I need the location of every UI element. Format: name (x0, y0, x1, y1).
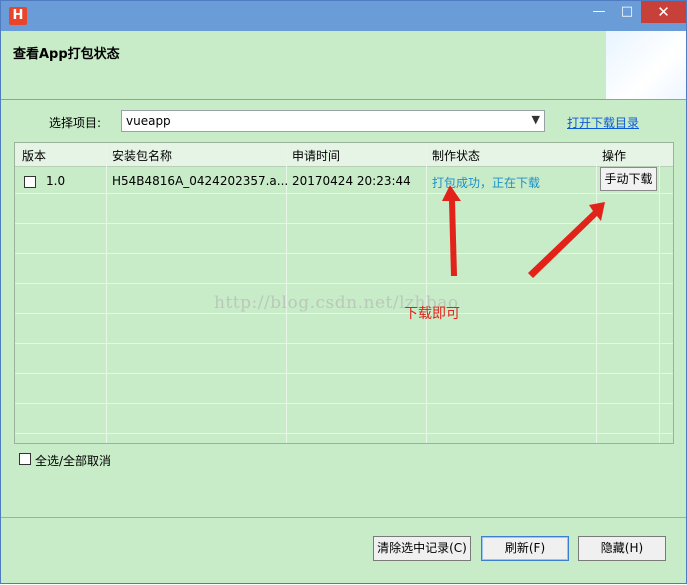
app-window: H — □ ✕ 查看App打包状态 选择项目: vueapp ▼ 打开下载目录 … (0, 0, 687, 584)
refresh-button[interactable]: 刷新(F) (481, 536, 569, 561)
select-all-checkbox[interactable] (19, 453, 31, 465)
annotation-text: 下载即可 (404, 306, 460, 322)
select-all-label[interactable]: 全选/全部取消 (35, 452, 111, 469)
clear-selected-button[interactable]: 清除选中记录(C) (373, 536, 471, 561)
arrow-to-button-icon (528, 202, 605, 278)
footer-divider (1, 517, 686, 518)
annotation-arrows (442, 185, 605, 278)
hide-button[interactable]: 隐藏(H) (578, 536, 666, 561)
arrow-up-icon (442, 185, 461, 276)
